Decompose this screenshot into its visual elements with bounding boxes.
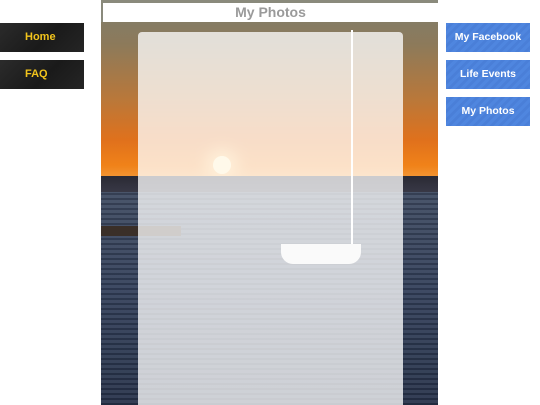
left-navigation: Home FAQ xyxy=(0,23,84,97)
nav-faq-button[interactable]: FAQ xyxy=(0,60,84,89)
photo-viewer: My Photos xyxy=(101,0,438,405)
content-panel xyxy=(138,32,403,405)
nav-my-facebook-button[interactable]: My Facebook xyxy=(446,23,530,52)
page-title: My Photos xyxy=(101,0,438,22)
right-navigation: My Facebook Life Events My Photos xyxy=(446,23,530,134)
nav-life-events-button[interactable]: Life Events xyxy=(446,60,530,89)
nav-home-button[interactable]: Home xyxy=(0,23,84,52)
nav-my-photos-button[interactable]: My Photos xyxy=(446,97,530,126)
